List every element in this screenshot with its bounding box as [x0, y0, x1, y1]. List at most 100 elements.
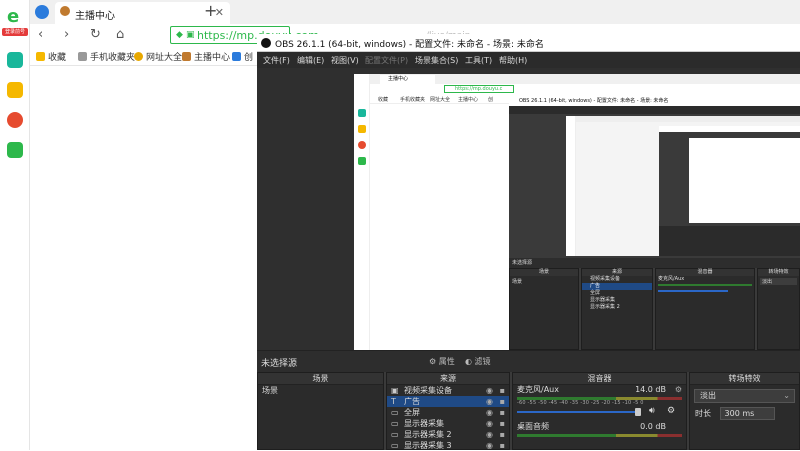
forward-icon[interactable]: ›	[64, 27, 69, 42]
nested-source-item: 显示器采集 2	[590, 304, 620, 310]
duration-input[interactable]: 300 ms	[719, 407, 775, 420]
eye-icon[interactable]: ◉	[486, 418, 493, 429]
nested-mixer-title: 混音器	[656, 269, 754, 276]
duration-field: 时长 300 ms	[690, 407, 799, 420]
back-icon[interactable]: ‹	[38, 27, 43, 42]
nested-tab: 主播中心	[380, 75, 435, 84]
source-item[interactable]: T 广告 ◉ ▪	[387, 396, 509, 407]
menu-file[interactable]: 文件(F)	[263, 55, 290, 66]
douyu-favicon-icon	[60, 6, 70, 16]
bookmark-label: 收藏	[48, 53, 67, 63]
bookmark-anchor-center[interactable]: 主播中心	[182, 50, 230, 63]
bookmark-sites[interactable]: 网址大全	[134, 50, 182, 63]
properties-button[interactable]: ⚙ 属性	[429, 356, 455, 367]
filter-icon: ◐	[465, 357, 472, 366]
gear-icon[interactable]: ⚙	[667, 406, 675, 416]
menu-profile[interactable]: 配置文件(P)	[365, 55, 408, 66]
nested-weibo-icon	[358, 141, 366, 149]
nested-meter	[658, 284, 752, 286]
nested-capture-2	[566, 116, 800, 256]
nested-obs-menu	[509, 106, 800, 114]
eye-icon[interactable]: ◉	[486, 385, 493, 396]
transitions-dock-title: 转场特效	[690, 373, 799, 385]
nested-mail-icon	[358, 157, 366, 165]
sources-dock: 来源 ▣ 视频采集设备 ◉ ▪ T 广告 ◉ ▪ ▭ 全屏 ◉ ▪ ▭ 显示器采集 ◉ ▪ ▭ 显示器采集…	[386, 372, 510, 450]
navigation-icon[interactable]	[35, 5, 49, 19]
bookmark-label: 主播中心	[194, 53, 231, 63]
reload-icon[interactable]: ↻	[90, 27, 101, 42]
login-badge[interactable]: 登录前号	[2, 28, 28, 36]
nested-navbar: https://mp.douyu.c	[354, 84, 800, 94]
menu-scene-collection[interactable]: 场景集合(S)	[415, 55, 458, 66]
filters-button[interactable]: ◐ 滤镜	[465, 356, 491, 367]
bookmark-favorites[interactable]: 收藏	[36, 50, 66, 63]
star-icon	[36, 52, 45, 61]
nested-source-item: 广告	[582, 283, 652, 290]
obs-preview[interactable]: 主播中心 https://mp.douyu.c 收藏 手机收藏夹 网址大全 主播…	[257, 68, 800, 350]
nested-scenes-title: 场景	[510, 269, 578, 276]
gear-icon[interactable]: ⚙	[675, 385, 682, 395]
star-icon[interactable]	[7, 82, 23, 98]
tab-title: 主播中心	[75, 11, 115, 22]
weibo-icon[interactable]	[7, 112, 23, 128]
lock-icon: ▣	[186, 30, 195, 40]
source-item[interactable]: ▣ 视频采集设备 ◉ ▪	[387, 385, 509, 396]
source-item[interactable]: ▭ 显示器采集 3 ◉ ▪	[387, 440, 509, 451]
meter-ticks: -60 -55 -50 -45 -40 -35 -30 -25 -20 -15 …	[517, 400, 644, 406]
nested-mixer-dock: 混音器 麦克风/Aux	[655, 268, 755, 350]
nested3-capture	[689, 138, 800, 223]
nested3-docks	[659, 226, 800, 256]
eye-icon[interactable]: ◉	[486, 440, 493, 451]
slider-handle[interactable]	[635, 408, 641, 416]
eye-icon[interactable]: ◉	[486, 407, 493, 418]
source-item[interactable]: ▭ 显示器采集 2 ◉ ▪	[387, 429, 509, 440]
nested-tab-bar: 主播中心	[354, 74, 800, 84]
obs-logo-icon	[261, 38, 271, 48]
nested2-tabbar	[566, 116, 800, 122]
mail-icon[interactable]	[7, 142, 23, 158]
volume-slider-mic[interactable]: 🔊︎ ⚙	[517, 406, 682, 416]
nested-selbar: 未选择源	[509, 258, 800, 268]
eye-icon[interactable]: ◉	[486, 429, 493, 440]
nested-bookmark: 创	[488, 97, 494, 103]
nested-bookmark: 主播中心	[458, 97, 479, 103]
nested-transition-select: 淡出	[760, 278, 797, 285]
nested-mixer-channel: 麦克风/Aux	[658, 276, 685, 282]
audio-meter	[517, 434, 682, 437]
source-label: 显示器采集 3	[404, 441, 452, 450]
new-tab-icon[interactable]: +	[204, 1, 217, 20]
shield-icon: ◆	[176, 30, 183, 40]
menu-help[interactable]: 帮助(H)	[499, 55, 527, 66]
mixer-channel-mic: 麦克风/Aux 14.0 dB ⚙	[513, 385, 686, 395]
lock-icon[interactable]: ▪	[500, 385, 505, 396]
lock-icon[interactable]: ▪	[500, 396, 505, 407]
slider-track	[517, 411, 637, 413]
transition-select[interactable]: 淡出 ⌄	[694, 389, 795, 403]
mixer-channel-desktop: 桌面音频 0.0 dB	[513, 422, 686, 432]
source-item[interactable]: ▭ 全屏 ◉ ▪	[387, 407, 509, 418]
transitions-dock: 转场特效 淡出 ⌄ 时长 300 ms	[689, 372, 800, 450]
bookmark-mobile[interactable]: 手机收藏夹	[78, 50, 135, 63]
chevron-down-icon: ⌄	[783, 391, 790, 400]
filters-label: 滤镜	[474, 357, 491, 366]
lock-icon[interactable]: ▪	[500, 418, 505, 429]
speaker-icon[interactable]: 🔊︎	[649, 406, 655, 416]
lock-icon[interactable]: ▪	[500, 440, 505, 451]
nested-sources-dock: 来源 视频采集设备 广告 全屏 显示器采集 显示器采集 2	[581, 268, 653, 350]
source-label: 显示器采集 2	[404, 430, 452, 439]
menu-edit[interactable]: 编辑(E)	[297, 55, 324, 66]
scenes-dock-title: 场景	[258, 373, 383, 385]
bookmark-label: 创	[244, 53, 254, 63]
menu-view[interactable]: 视图(V)	[331, 55, 359, 66]
eye-icon[interactable]: ◉	[486, 396, 493, 407]
browser-logo[interactable]: e 登录前号	[2, 6, 28, 36]
scene-item[interactable]: 场景	[258, 385, 383, 396]
nested-bookmark: 收藏	[378, 97, 389, 103]
menu-tools[interactable]: 工具(T)	[465, 55, 492, 66]
lock-icon[interactable]: ▪	[500, 407, 505, 418]
app-icon[interactable]	[7, 52, 23, 68]
lock-icon[interactable]: ▪	[500, 429, 505, 440]
home-icon[interactable]: ⌂	[116, 27, 124, 42]
bookmark-create[interactable]: 创	[232, 50, 253, 63]
source-item[interactable]: ▭ 显示器采集 ◉ ▪	[387, 418, 509, 429]
